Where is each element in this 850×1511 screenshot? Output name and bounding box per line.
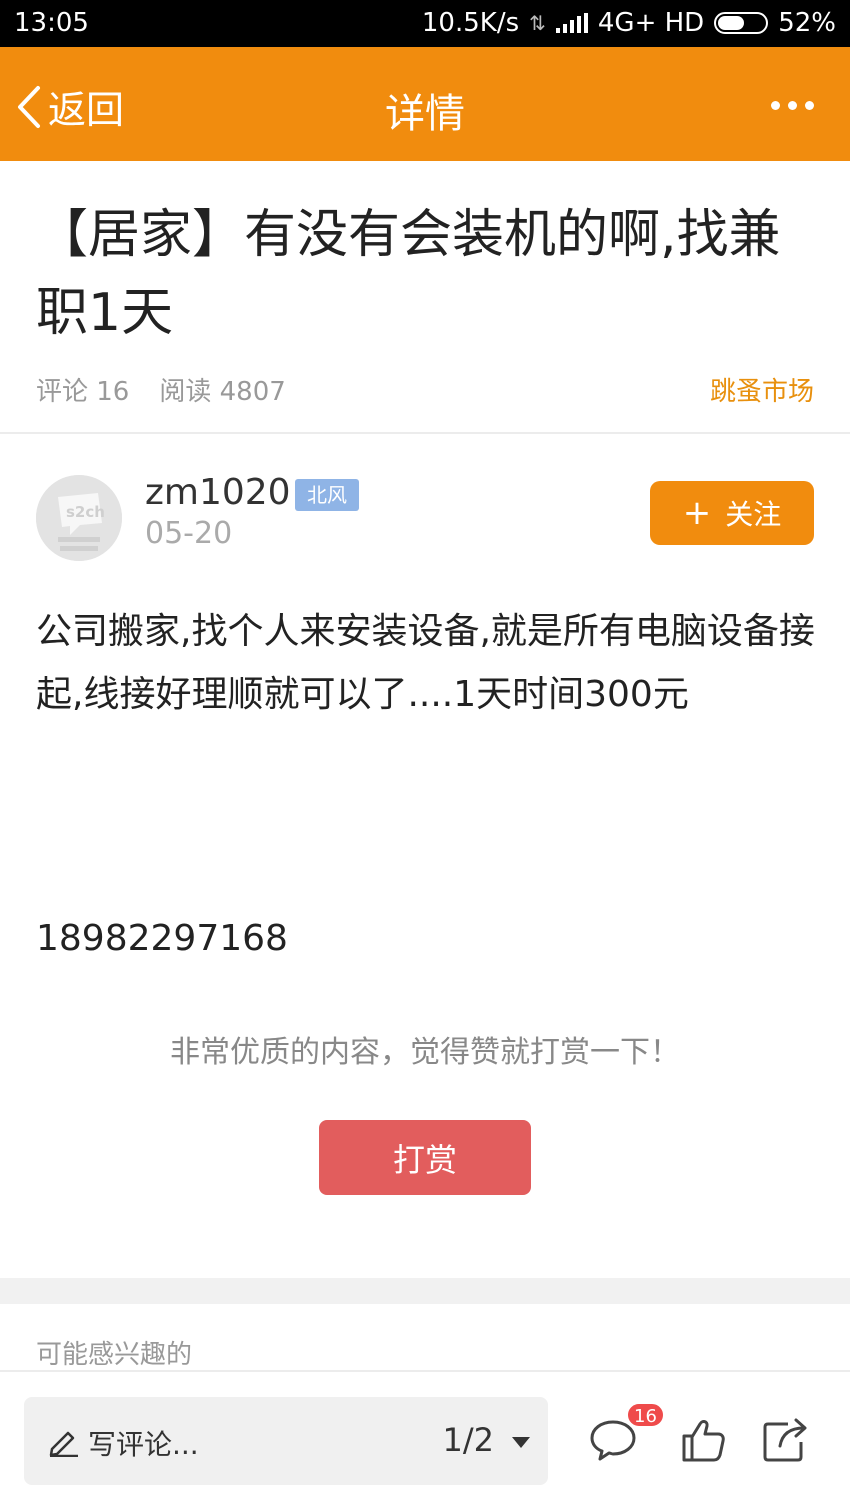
- battery-icon: [714, 12, 769, 34]
- more-icon[interactable]: [771, 101, 814, 110]
- post-title: 【居家】有没有会装机的啊,找兼职1天: [36, 205, 781, 343]
- category-link[interactable]: 跳蚤市场: [710, 371, 814, 408]
- follow-label: 关注: [725, 498, 782, 531]
- like-icon[interactable]: [678, 1414, 728, 1464]
- reward-button[interactable]: 打赏: [319, 1120, 531, 1195]
- related-heading: 可能感兴趣的: [36, 1340, 193, 1370]
- signal-icon: [555, 13, 588, 33]
- dropdown-caret-icon[interactable]: [512, 1437, 530, 1448]
- plus-icon: +: [682, 493, 712, 533]
- reward-prompt: 非常优质的内容，觉得赞就打赏一下！: [170, 1035, 680, 1070]
- section-separator: [0, 1278, 850, 1304]
- comment-input[interactable]: 写评论... 1/2: [24, 1397, 548, 1485]
- contact-phone[interactable]: 18982297168: [36, 918, 288, 959]
- post-meta: 评论 16 阅读 4807: [36, 371, 286, 408]
- author-level-badge: 北风: [295, 479, 359, 511]
- follow-button[interactable]: + 关注: [650, 481, 814, 545]
- avatar-placeholder-icon: s2ch: [36, 475, 122, 561]
- page-indicator[interactable]: 1/2: [443, 1421, 495, 1459]
- status-time: 13:05: [14, 8, 89, 38]
- comment-count-label: 评论 16: [36, 377, 130, 407]
- page-title: 详情: [385, 91, 465, 137]
- post-content: 公司搬家,找个人来安装设备,就是所有电脑设备接起,线接好理顺就可以了....1天…: [36, 611, 815, 715]
- battery-level: 52%: [778, 8, 836, 38]
- share-icon[interactable]: [760, 1414, 810, 1464]
- status-bar: 13:05 10.5K/s ⇅ 4G+ HD 52%: [0, 0, 850, 47]
- author-name[interactable]: zm1020: [145, 472, 291, 513]
- divider: [0, 432, 850, 434]
- bottom-action-bar: 写评论... 1/2 16: [0, 1370, 850, 1511]
- network-speed: 10.5K/s: [421, 8, 520, 38]
- comment-placeholder: 写评论...: [88, 1428, 199, 1461]
- svg-text:s2ch: s2ch: [66, 503, 105, 521]
- status-right: 10.5K/s ⇅ 4G+ HD 52%: [422, 8, 836, 38]
- app-header: 返回 详情: [0, 47, 850, 161]
- data-arrows-icon: ⇅: [529, 11, 546, 35]
- network-type: 4G+ HD: [597, 8, 705, 38]
- comment-count-badge: 16: [626, 1402, 665, 1428]
- post-date: 05-20: [145, 516, 233, 551]
- read-count-label: 阅读 4807: [159, 377, 286, 407]
- pen-icon: [49, 1431, 78, 1457]
- avatar[interactable]: s2ch: [36, 475, 122, 561]
